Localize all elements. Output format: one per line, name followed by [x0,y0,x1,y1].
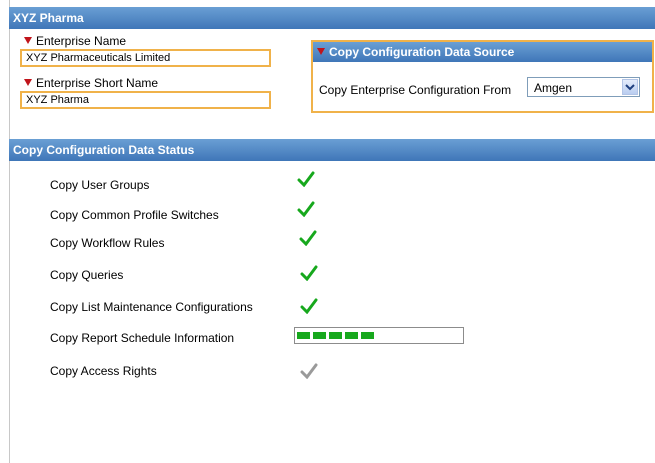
enterprise-panel-header: XYZ Pharma [9,7,655,29]
status-label-report-schedule: Copy Report Schedule Information [50,331,235,345]
checkmark-icon [300,298,318,314]
checkmark-icon [300,265,318,281]
checkmark-icon [297,171,315,187]
required-flag-icon [317,48,325,55]
page-title: XYZ Pharma [13,11,84,25]
copy-from-label: Copy Enterprise Configuration From [319,83,512,97]
required-flag-icon [24,79,32,86]
progress-segment [329,332,342,339]
copy-from-select[interactable]: Amgen [527,77,640,97]
enterprise-short-name-label: Enterprise Short Name [24,76,158,90]
enterprise-name-label: Enterprise Name [24,34,126,48]
status-label-list-maintenance: Copy List Maintenance Configurations [50,300,253,314]
status-label-access-rights: Copy Access Rights [50,364,157,378]
window-frame [9,0,10,463]
status-label-queries: Copy Queries [50,268,124,282]
copy-from-selected-value: Amgen [534,81,573,95]
status-label-common-profile-switches: Copy Common Profile Switches [50,208,219,222]
progress-segment [313,332,326,339]
progress-segment [297,332,310,339]
enterprise-short-name-input[interactable] [20,91,271,109]
progress-segment [361,332,374,339]
status-panel-title: Copy Configuration Data Status [13,143,195,157]
checkmark-icon [299,230,317,246]
enterprise-name-input[interactable] [20,49,271,67]
checkmark-icon [297,201,315,217]
checkmark-pending-icon [300,363,318,379]
status-panel-header: Copy Configuration Data Status [9,139,655,161]
status-label-user-groups: Copy User Groups [50,178,150,192]
chevron-down-icon[interactable] [622,79,638,95]
copy-source-panel: Copy Configuration Data Source Copy Ente… [311,40,654,113]
status-label-workflow-rules: Copy Workflow Rules [50,236,165,250]
copy-source-title: Copy Configuration Data Source [313,42,652,62]
report-schedule-progress-bar [294,327,464,344]
progress-segment [345,332,358,339]
required-flag-icon [24,37,32,44]
